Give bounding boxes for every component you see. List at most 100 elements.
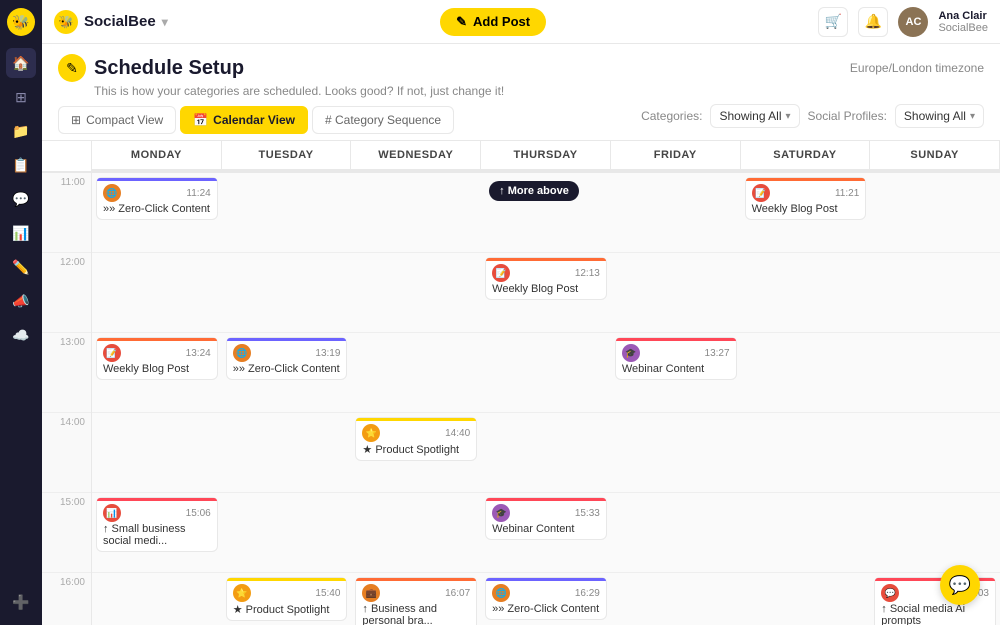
cell-monday-1600 [92,573,222,625]
cell-thursday-1400 [481,413,611,493]
day-sunday: SUNDAY [870,141,1000,171]
event-wednesday-1400[interactable]: ⭐ 14:40 ★ Product Spotlight [355,417,477,461]
profiles-label: Social Profiles: [808,109,887,123]
cell-sunday-1100 [870,173,1000,253]
sidebar-logo: 🐝 [7,8,35,36]
event-monday-1300[interactable]: 📝 13:24 Weekly Blog Post [96,337,218,380]
event-time: 16:29 [575,588,600,599]
event-time: 15:06 [186,508,211,519]
tab-compact[interactable]: ⊞ Compact View [58,106,176,134]
cell-friday-1100 [611,173,741,253]
event-title: ★ Product Spotlight [233,603,341,616]
add-post-button[interactable]: ✎ Add Post [440,8,546,36]
event-thursday-1500[interactable]: 🎓 15:33 Webinar Content [485,497,607,540]
cell-thursday-1500: 🎓 15:33 Webinar Content [481,493,611,573]
event-time: 13:19 [315,348,340,359]
sidebar-item-folder[interactable]: 📁 [6,116,36,146]
cell-saturday-1400 [741,413,871,493]
calendar-header-row: MONDAY TUESDAY WEDNESDAY THURSDAY FRIDAY… [42,141,1000,173]
cell-thursday-1300 [481,333,611,413]
page-title: Schedule Setup [94,57,244,80]
chat-button[interactable]: 💬 [940,565,980,605]
sidebar: 🐝 🏠 ⊞ 📁 📋 💬 📊 ✏️ 📣 ☁️ ➕ [0,0,42,625]
cell-wednesday-1200 [351,253,481,333]
cell-monday-1300: 📝 13:24 Weekly Blog Post [92,333,222,413]
event-title: »» Zero-Click Content [103,203,211,215]
day-saturday: SATURDAY [741,141,871,171]
cell-sunday-1300 [870,333,1000,413]
event-time: 12:13 [575,268,600,279]
cell-sunday-1500 [870,493,1000,573]
navbar: 🐝 SocialBee ▾ ✎ Add Post 🛒 🔔 AC Ana Clai… [42,0,1000,44]
filters-row: Categories: Showing All ▾ Social Profile… [641,104,984,128]
event-bar [486,578,606,581]
event-tuesday-1300[interactable]: 🌐 13:19 »» Zero-Click Content [226,337,348,380]
bell-button[interactable]: 🔔 [858,7,888,37]
cart-button[interactable]: 🛒 [818,7,848,37]
event-time: 11:24 [186,188,210,199]
event-bar [616,338,736,341]
event-thursday-1600[interactable]: 🌐 16:29 »» Zero-Click Content [485,577,607,620]
more-above-button[interactable]: ↑ More above [489,181,579,201]
sidebar-item-list[interactable]: 📋 [6,150,36,180]
cell-saturday-1100: 📝 11:21 Weekly Blog Post [741,173,871,253]
sidebar-item-link[interactable]: ➕ [6,587,36,617]
day-tuesday: TUESDAY [222,141,352,171]
sidebar-item-edit[interactable]: ✏️ [6,252,36,282]
timezone-label: Europe/London timezone [850,61,984,75]
cell-thursday-1600: 🌐 16:29 »» Zero-Click Content [481,573,611,625]
brand-logo: 🐝 [54,10,78,34]
sidebar-item-grid[interactable]: ⊞ [6,82,36,112]
calendar-body: 11:00 🌐 11:24 »» Zero-Click Content ↑ Mo… [42,173,1000,625]
event-title: Webinar Content [492,523,600,535]
cell-friday-1300: 🎓 13:27 Webinar Content [611,333,741,413]
event-friday-1300[interactable]: 🎓 13:27 Webinar Content [615,337,737,380]
event-tuesday-1600[interactable]: ⭐ 15:40 ★ Product Spotlight [226,577,348,621]
calendar-scroll[interactable]: MONDAY TUESDAY WEDNESDAY THURSDAY FRIDAY… [42,141,1000,625]
cell-saturday-1600 [741,573,871,625]
cell-friday-1600 [611,573,741,625]
categories-label: Categories: [641,109,702,123]
add-post-label: Add Post [473,14,530,29]
event-thursday-1200[interactable]: 📝 12:13 Weekly Blog Post [485,257,607,300]
day-thursday: THURSDAY [481,141,611,171]
cell-sunday-1200 [870,253,1000,333]
cell-tuesday-1300: 🌐 13:19 »» Zero-Click Content [222,333,352,413]
time-1100: 11:00 [42,173,92,253]
brand-chevron: ▾ [162,15,168,29]
event-bar [97,498,217,501]
event-monday-1100[interactable]: 🌐 11:24 »» Zero-Click Content [96,177,218,220]
event-monday-1500[interactable]: 📊 15:06 ↑ Small business social medi... [96,497,218,552]
event-wednesday-1600[interactable]: 💼 16:07 ↑ Business and personal bra... [355,577,477,625]
sidebar-item-home[interactable]: 🏠 [6,48,36,78]
event-bar [746,178,866,181]
cell-wednesday-1500 [351,493,481,573]
tab-sequence[interactable]: # Category Sequence [312,106,454,134]
time-1300: 13:00 [42,333,92,413]
event-time: 13:27 [705,348,730,359]
cell-monday-1200 [92,253,222,333]
user-name: Ana Clair [938,10,988,22]
brand-name: SocialBee [84,13,156,30]
event-saturday-1100[interactable]: 📝 11:21 Weekly Blog Post [745,177,867,220]
event-bar [486,258,606,261]
categories-select[interactable]: Showing All ▾ [710,104,799,128]
sidebar-item-chat[interactable]: 💬 [6,184,36,214]
sidebar-item-cloud[interactable]: ☁️ [6,320,36,350]
event-bar [97,178,217,181]
event-title: ↑ Social media Ai prompts [881,603,989,625]
tab-calendar[interactable]: 📅 Calendar View [180,106,308,134]
sidebar-item-megaphone[interactable]: 📣 [6,286,36,316]
sidebar-item-chart[interactable]: 📊 [6,218,36,248]
categories-value: Showing All [719,109,781,123]
event-title: ↑ Business and personal bra... [362,603,470,625]
cell-tuesday-1500 [222,493,352,573]
compact-icon: ⊞ [71,113,81,127]
cell-friday-1400 [611,413,741,493]
profiles-select[interactable]: Showing All ▾ [895,104,984,128]
event-time: 14:40 [445,428,470,439]
time-1400: 14:00 [42,413,92,493]
event-time: 11:21 [835,188,859,199]
event-title: »» Zero-Click Content [492,603,600,615]
compact-label: Compact View [86,113,163,127]
